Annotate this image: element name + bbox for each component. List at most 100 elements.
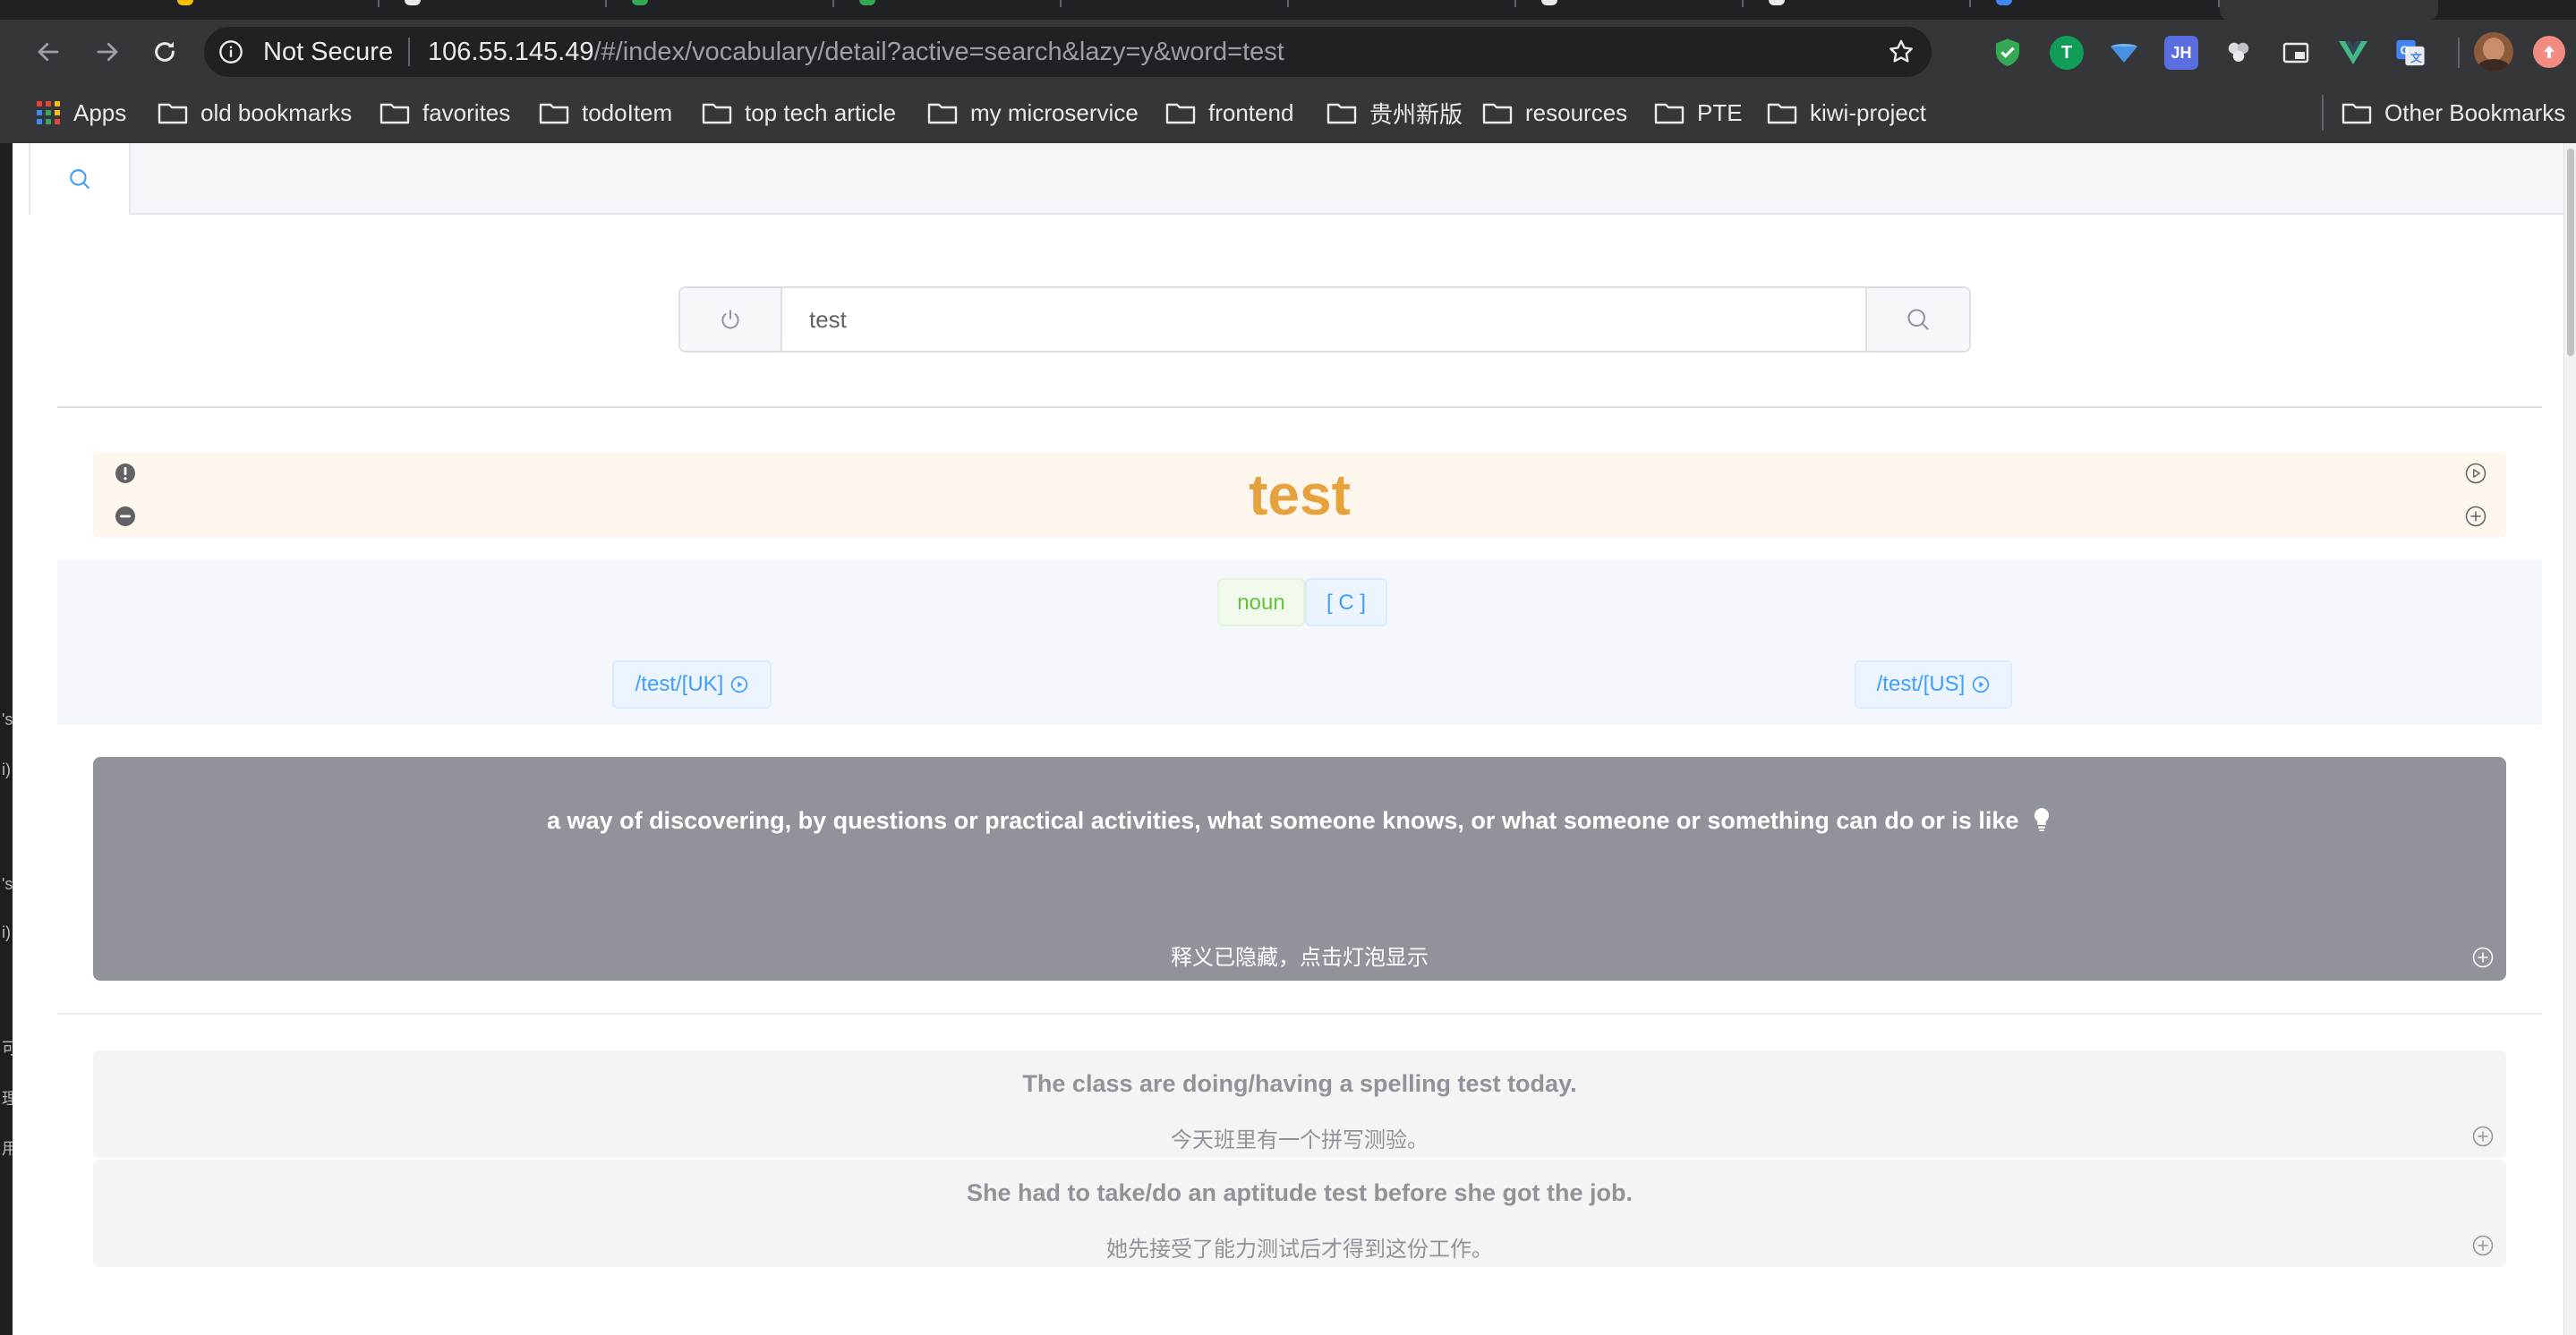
search-button[interactable]: [1865, 288, 1969, 351]
bookmark-folder[interactable]: my microservice: [927, 93, 1139, 132]
play-icon: [731, 676, 748, 693]
bookmark-folder[interactable]: PTE: [1654, 93, 1743, 132]
browser-tab[interactable]: [607, 0, 834, 7]
puzzle-extension-icon[interactable]: [2222, 36, 2256, 70]
part-of-speech-tag: noun: [1217, 578, 1305, 626]
bookmark-label: Other Bookmarks: [2384, 98, 2566, 126]
bookmark-folder[interactable]: frontend: [1165, 93, 1293, 132]
play-icon[interactable]: [2465, 463, 2486, 484]
reset-button[interactable]: [680, 288, 782, 351]
bookmark-folder[interactable]: resources: [1482, 93, 1627, 132]
tab-search[interactable]: [30, 143, 131, 215]
bookmark-label: frontend: [1208, 98, 1294, 126]
folder-icon: [2341, 103, 2372, 124]
example-item: She had to take/do an aptitude test befo…: [93, 1160, 2506, 1267]
folder-icon: [539, 103, 569, 124]
apps-grid-icon: [37, 101, 60, 124]
arrow-right-icon: [97, 42, 118, 62]
definition-text: a way of discovering, by questions or pr…: [547, 807, 2019, 834]
omnibox-divider: [408, 38, 410, 66]
search-icon: [70, 169, 90, 189]
google-translate-icon[interactable]: G文: [2393, 36, 2427, 70]
bookmark-folder[interactable]: 贵州新版: [1326, 93, 1463, 132]
power-icon: [721, 310, 739, 329]
translation-hidden-note: 释义已隐藏，点击灯泡显示: [1171, 946, 1429, 970]
toolbar-divider: [2458, 38, 2460, 68]
address-bar[interactable]: Not Secure 106.55.145.49/#/index/vocabul…: [204, 27, 1932, 77]
bookmark-folder[interactable]: kiwi-project: [1767, 93, 1926, 132]
alert-icon[interactable]: [115, 463, 136, 484]
url-text[interactable]: 106.55.145.49/#/index/vocabulary/detail?…: [428, 38, 1284, 67]
bookmark-folder[interactable]: todoItem: [539, 93, 672, 132]
example-sentence: She had to take/do an aptitude test befo…: [966, 1179, 1633, 1206]
add-icon[interactable]: [2472, 1235, 2494, 1256]
url-host: 106.55.145.49: [428, 38, 594, 66]
folder-icon: [702, 103, 732, 124]
fragment-text: 's: [2, 710, 13, 728]
scrollbar-thumb[interactable]: [2567, 149, 2574, 356]
folder-icon: [1767, 103, 1797, 124]
lightbulb-icon[interactable]: [2031, 807, 2052, 832]
svg-text:文: 文: [2410, 51, 2422, 64]
fragment-text: 's: [2, 875, 13, 893]
word-info-panel: noun [ C ] /test/[UK] /test/[US]: [57, 560, 2542, 725]
folder-icon: [1482, 103, 1513, 124]
jh-extension-icon[interactable]: JH: [2164, 36, 2198, 70]
browser-tab[interactable]: [834, 0, 1062, 7]
extension-label: T: [2060, 42, 2073, 63]
info-icon[interactable]: [218, 39, 243, 64]
bookmark-label: my microservice: [970, 98, 1139, 126]
bookmark-folder[interactable]: old bookmarks: [158, 93, 352, 132]
bookmark-folder[interactable]: top tech article: [702, 93, 896, 132]
folder-icon: [1326, 103, 1357, 124]
background-window-edge: 's i) 's i) 可 理 用: [0, 143, 18, 1335]
add-icon[interactable]: [2472, 1126, 2494, 1147]
us-pronunciation-button[interactable]: /test/[US]: [1855, 660, 2012, 709]
bookmarks-divider: [2322, 95, 2324, 131]
forward-button[interactable]: [84, 29, 131, 75]
add-icon[interactable]: [2465, 506, 2486, 527]
tab-strip: [0, 0, 2576, 20]
update-icon[interactable]: [2533, 36, 2565, 68]
browser-tab[interactable]: [1062, 0, 1289, 7]
bookmark-label: Apps: [73, 98, 127, 126]
folder-icon: [158, 103, 188, 124]
other-bookmarks[interactable]: Other Bookmarks: [2341, 93, 2565, 132]
active-browser-tab[interactable]: [2220, 0, 2438, 20]
word-header: test: [93, 452, 2506, 538]
feedly-extension-icon[interactable]: [2107, 36, 2141, 70]
folder-icon: [1165, 103, 1196, 124]
add-icon[interactable]: [2472, 947, 2494, 968]
bookmark-apps[interactable]: Apps: [36, 93, 126, 132]
reload-button[interactable]: [141, 29, 188, 75]
browser-tab[interactable]: [1744, 0, 1971, 7]
browser-tab[interactable]: [1971, 0, 2220, 7]
bookmark-label: PTE: [1697, 98, 1743, 126]
browser-tab[interactable]: [152, 0, 380, 7]
uk-pronunciation-button[interactable]: /test/[UK]: [612, 660, 772, 709]
vue-devtools-icon[interactable]: [2336, 36, 2370, 70]
browser-tab[interactable]: [380, 0, 607, 7]
bookmark-label: top tech article: [745, 98, 897, 126]
avatar[interactable]: [2474, 32, 2513, 72]
folder-icon: [380, 103, 410, 124]
bookmark-folder[interactable]: favorites: [380, 93, 510, 132]
example-translation: 今天班里有一个拼写测验。: [1171, 1128, 1429, 1152]
word-title: test: [1249, 463, 1351, 527]
divider: [57, 1013, 2542, 1015]
fragment-text: i): [2, 761, 11, 778]
page-scrollbar[interactable]: [2563, 143, 2576, 1335]
grammar-tag: [ C ]: [1305, 578, 1387, 626]
bookmark-star-icon[interactable]: [1887, 38, 1915, 66]
picture-in-picture-icon[interactable]: [2279, 36, 2313, 70]
browser-tab[interactable]: [1516, 0, 1744, 7]
word-search-input[interactable]: [782, 288, 1862, 351]
tampermonkey-extension-icon[interactable]: T: [2050, 36, 2084, 70]
security-label: Not Secure: [263, 38, 394, 66]
bookmark-label: kiwi-project: [1810, 98, 1927, 126]
remove-icon[interactable]: [115, 506, 136, 527]
shield-extension-icon[interactable]: [1991, 36, 2025, 70]
back-button[interactable]: [25, 29, 72, 75]
bookmarks-bar: Apps old bookmarks favorites todoItem to…: [0, 84, 2576, 144]
browser-tab[interactable]: [1289, 0, 1516, 7]
